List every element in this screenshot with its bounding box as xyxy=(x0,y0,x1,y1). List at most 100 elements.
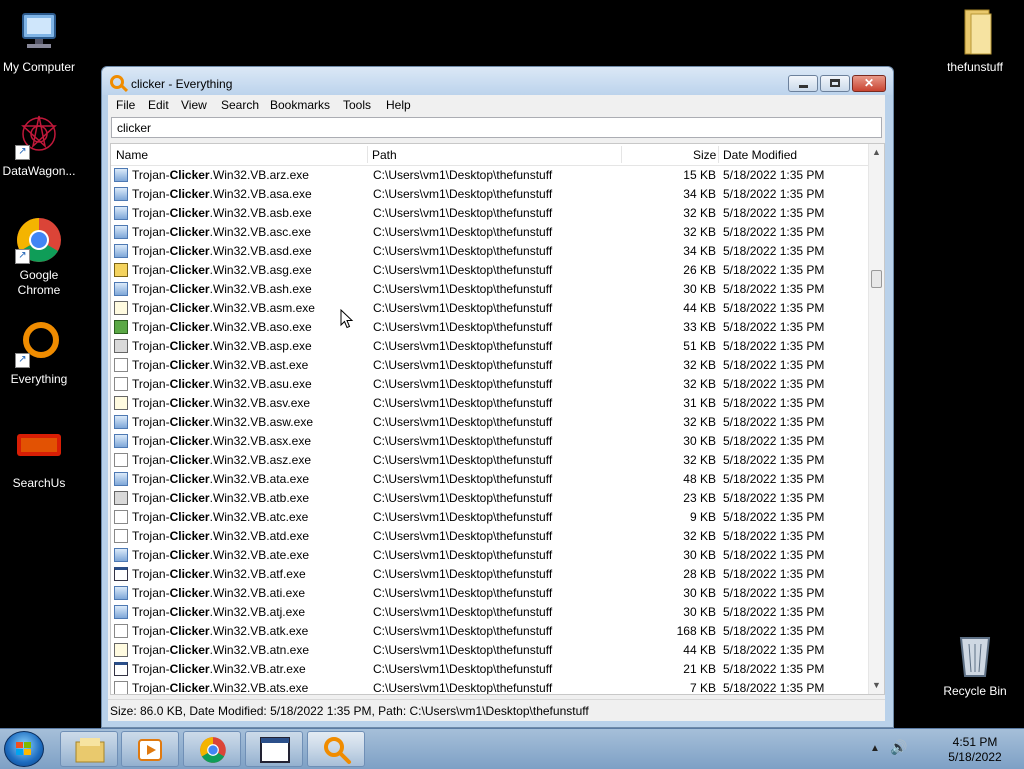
file-name: Trojan-Clicker.Win32.VB.asp.exe xyxy=(132,339,312,353)
menu-bookmarks[interactable]: Bookmarks xyxy=(270,98,330,112)
vertical-scrollbar[interactable]: ▲ ▼ xyxy=(868,144,884,694)
shortcut-arrow-icon: ↗ xyxy=(15,353,30,368)
scroll-thumb[interactable] xyxy=(871,270,882,288)
table-row[interactable]: Trojan-Clicker.Win32.VB.asc.exe C:\Users\… xyxy=(111,223,873,242)
column-header-date-modified[interactable]: Date Modified xyxy=(723,148,797,162)
volume-icon[interactable]: 🔊 xyxy=(890,739,907,756)
table-row[interactable]: Trojan-Clicker.Win32.VB.ati.exe C:\Users\… xyxy=(111,584,873,603)
column-header-path[interactable]: Path xyxy=(372,148,397,162)
menu-edit[interactable]: Edit xyxy=(148,98,169,112)
table-row[interactable]: Trojan-Clicker.Win32.VB.atf.exe C:\Users\… xyxy=(111,565,873,584)
table-row[interactable]: Trojan-Clicker.Win32.VB.asv.exe C:\Users\… xyxy=(111,394,873,413)
file-icon xyxy=(114,491,128,505)
file-date-modified: 5/18/2022 1:35 PM xyxy=(723,244,825,258)
desktop-icon-recycle-bin[interactable]: Recycle Bin xyxy=(936,632,1014,699)
table-row[interactable]: Trojan-Clicker.Win32.VB.asx.exe C:\Users\… xyxy=(111,432,873,451)
file-size: 32 KB xyxy=(683,415,716,429)
file-path: C:\Users\vm1\Desktop\thefunstuff xyxy=(373,244,553,258)
table-row[interactable]: Trojan-Clicker.Win32.VB.ash.exe C:\Users\… xyxy=(111,280,873,299)
table-row[interactable]: Trojan-Clicker.Win32.VB.asp.exe C:\Users\… xyxy=(111,337,873,356)
file-path: C:\Users\vm1\Desktop\thefunstuff xyxy=(373,491,553,505)
desktop-icon-my-computer[interactable]: My Computer xyxy=(0,8,78,75)
column-separator[interactable] xyxy=(718,146,719,163)
window-titlebar[interactable]: clicker - Everything ✕ xyxy=(102,67,893,95)
scroll-up-arrow-icon[interactable]: ▲ xyxy=(872,148,881,157)
table-row[interactable]: Trojan-Clicker.Win32.VB.atk.exe C:\Users\… xyxy=(111,622,873,641)
table-row[interactable]: Trojan-Clicker.Win32.VB.asm.exe C:\Users\… xyxy=(111,299,873,318)
taskbar-media-player-button[interactable] xyxy=(121,731,179,767)
show-hidden-icons-icon[interactable]: ▲ xyxy=(870,743,880,754)
table-row[interactable]: Trojan-Clicker.Win32.VB.ate.exe C:\Users\… xyxy=(111,546,873,565)
table-row[interactable]: Trojan-Clicker.Win32.VB.atj.exe C:\Users\… xyxy=(111,603,873,622)
menu-search[interactable]: Search xyxy=(221,98,259,112)
start-button[interactable] xyxy=(4,731,44,767)
search-input[interactable]: clicker xyxy=(111,117,882,138)
file-size: 7 KB xyxy=(689,681,716,695)
table-row[interactable]: Trojan-Clicker.Win32.VB.arz.exe C:\Users\… xyxy=(111,166,873,185)
menu-help[interactable]: Help xyxy=(386,98,411,112)
desktop-icon-thefunstuff[interactable]: thefunstuff xyxy=(936,8,1014,75)
table-row[interactable]: Trojan-Clicker.Win32.VB.asz.exe C:\Users\… xyxy=(111,451,873,470)
desktop-icon-datawagon[interactable]: ↗ DataWagon... xyxy=(0,112,78,179)
window-title: clicker - Everything xyxy=(131,77,233,91)
file-icon xyxy=(114,548,128,562)
file-path: C:\Users\vm1\Desktop\thefunstuff xyxy=(373,586,553,600)
file-date-modified: 5/18/2022 1:35 PM xyxy=(723,339,825,353)
desktop-icon-searchus[interactable]: SearchUs xyxy=(0,424,78,491)
table-row[interactable]: Trojan-Clicker.Win32.VB.ats.exe C:\Users\… xyxy=(111,679,873,695)
menubar: File Edit View Search Bookmarks Tools He… xyxy=(108,95,885,115)
menu-view[interactable]: View xyxy=(181,98,207,112)
column-header-name[interactable]: Name xyxy=(116,148,148,162)
table-row[interactable]: Trojan-Clicker.Win32.VB.asw.exe C:\Users\… xyxy=(111,413,873,432)
everything-window: clicker - Everything ✕ File Edit View Se… xyxy=(101,66,894,728)
taskbar-chrome-button[interactable] xyxy=(183,731,241,767)
minimize-button[interactable] xyxy=(788,75,818,92)
table-row[interactable]: Trojan-Clicker.Win32.VB.atn.exe C:\Users\… xyxy=(111,641,873,660)
file-date-modified: 5/18/2022 1:35 PM xyxy=(723,567,825,581)
table-row[interactable]: Trojan-Clicker.Win32.VB.atr.exe C:\Users\… xyxy=(111,660,873,679)
taskbar-clock[interactable]: 4:51 PM 5/18/2022 xyxy=(940,735,1010,765)
table-row[interactable]: Trojan-Clicker.Win32.VB.asa.exe C:\Users\… xyxy=(111,185,873,204)
table-row[interactable]: Trojan-Clicker.Win32.VB.atb.exe C:\Users\… xyxy=(111,489,873,508)
file-path: C:\Users\vm1\Desktop\thefunstuff xyxy=(373,681,553,695)
file-date-modified: 5/18/2022 1:35 PM xyxy=(723,681,825,695)
menu-tools[interactable]: Tools xyxy=(343,98,371,112)
file-path: C:\Users\vm1\Desktop\thefunstuff xyxy=(373,510,553,524)
table-row[interactable]: Trojan-Clicker.Win32.VB.aso.exe C:\Users\… xyxy=(111,318,873,337)
file-icon xyxy=(114,434,128,448)
file-path: C:\Users\vm1\Desktop\thefunstuff xyxy=(373,168,553,182)
scroll-down-arrow-icon[interactable]: ▼ xyxy=(872,681,881,690)
table-row[interactable]: Trojan-Clicker.Win32.VB.atd.exe C:\Users\… xyxy=(111,527,873,546)
file-name: Trojan-Clicker.Win32.VB.asc.exe xyxy=(132,225,311,239)
desktop-icon-everything[interactable]: ↗ Everything xyxy=(0,320,78,387)
table-row[interactable]: Trojan-Clicker.Win32.VB.ata.exe C:\Users\… xyxy=(111,470,873,489)
table-row[interactable]: Trojan-Clicker.Win32.VB.asg.exe C:\Users\… xyxy=(111,261,873,280)
column-separator[interactable] xyxy=(621,146,622,163)
table-row[interactable]: Trojan-Clicker.Win32.VB.atc.exe C:\Users\… xyxy=(111,508,873,527)
taskbar: ▲ 🔊 4:51 PM 5/18/2022 xyxy=(0,728,1024,769)
file-path: C:\Users\vm1\Desktop\thefunstuff xyxy=(373,339,553,353)
file-name: Trojan-Clicker.Win32.VB.asw.exe xyxy=(132,415,313,429)
table-row[interactable]: Trojan-Clicker.Win32.VB.asd.exe C:\Users\… xyxy=(111,242,873,261)
taskbar-everything-button[interactable] xyxy=(307,731,365,767)
file-size: 44 KB xyxy=(683,301,716,315)
table-row[interactable]: Trojan-Clicker.Win32.VB.asb.exe C:\Users\… xyxy=(111,204,873,223)
maximize-button[interactable] xyxy=(820,75,850,92)
column-header-size[interactable]: Size xyxy=(693,148,716,162)
taskbar-explorer-button[interactable] xyxy=(60,731,118,767)
file-date-modified: 5/18/2022 1:35 PM xyxy=(723,301,825,315)
close-button[interactable]: ✕ xyxy=(852,75,886,92)
results-rows: Trojan-Clicker.Win32.VB.arz.exe C:\Users\… xyxy=(111,166,873,695)
file-icon xyxy=(114,263,128,277)
taskbar-window-button[interactable] xyxy=(245,731,303,767)
menu-file[interactable]: File xyxy=(116,98,135,112)
clock-time: 4:51 PM xyxy=(952,735,998,749)
file-icon xyxy=(114,415,128,429)
table-row[interactable]: Trojan-Clicker.Win32.VB.asu.exe C:\Users\… xyxy=(111,375,873,394)
desktop-icon-google-chrome[interactable]: ↗ Google Chrome xyxy=(0,216,78,298)
table-row[interactable]: Trojan-Clicker.Win32.VB.ast.exe C:\Users\… xyxy=(111,356,873,375)
file-icon xyxy=(114,320,128,334)
file-size: 31 KB xyxy=(683,396,716,410)
file-name: Trojan-Clicker.Win32.VB.asv.exe xyxy=(132,396,311,410)
column-separator[interactable] xyxy=(367,146,368,163)
